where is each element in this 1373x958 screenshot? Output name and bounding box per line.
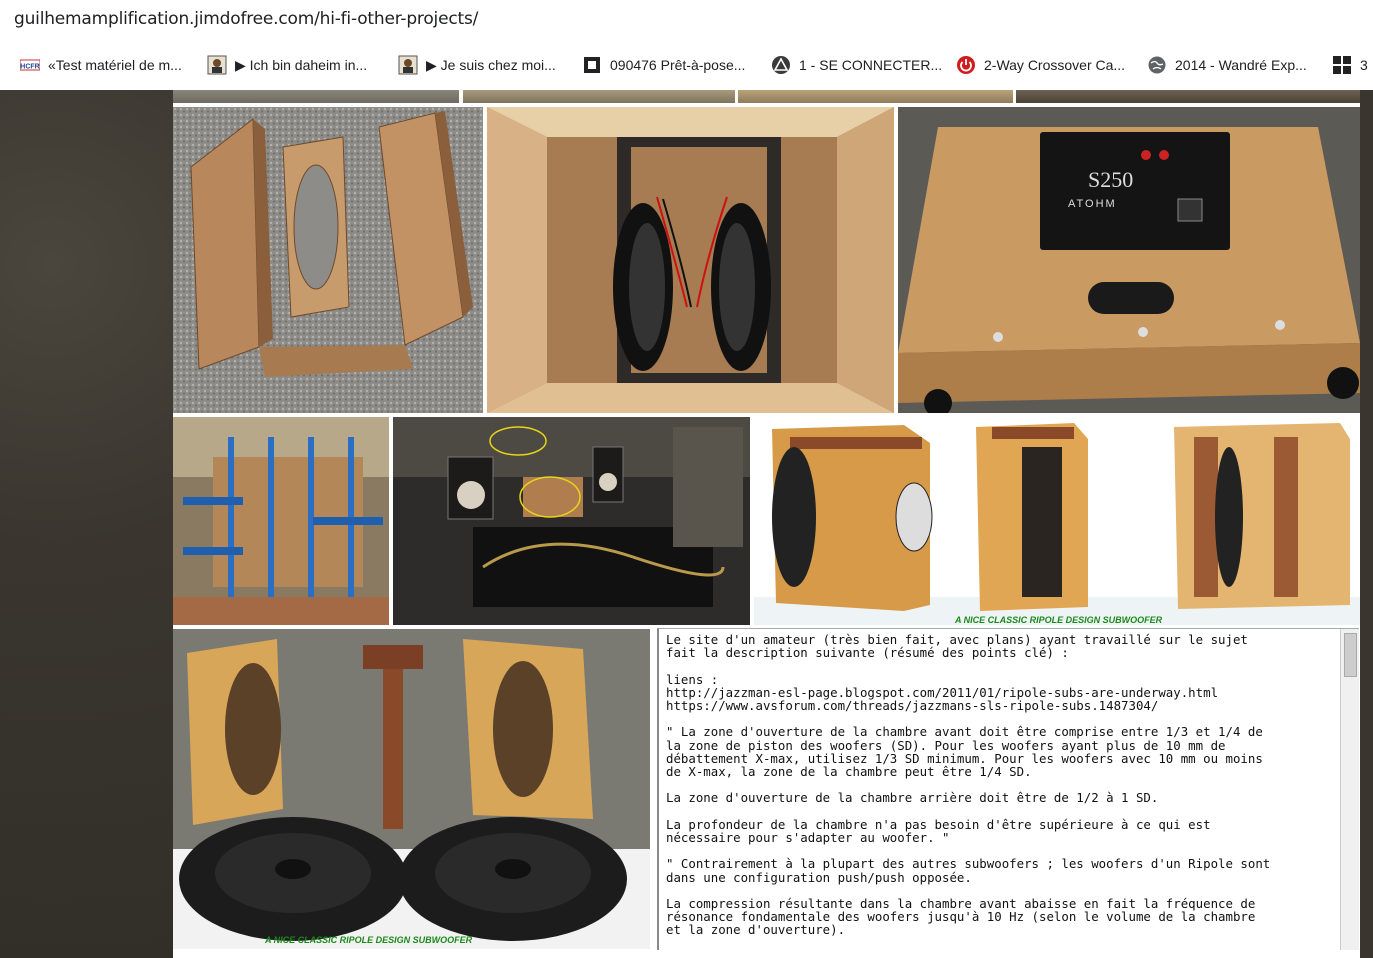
bookmark-label: 2014 - Wandré Exp... (1175, 57, 1307, 73)
photo-clamps[interactable] (173, 417, 389, 625)
browser-chrome: guilhemamplification.jimdofree.com/hi-fi… (0, 0, 1373, 90)
photo-listening-room[interactable] (393, 417, 750, 625)
photo-box-inside[interactable] (487, 107, 894, 413)
bookmarks-bar: HCFR «Test matériel de m... ▶ Ich bin da… (0, 46, 1373, 82)
avatar-icon (207, 55, 227, 75)
photo-woofers[interactable] (173, 629, 650, 949)
power-icon (956, 55, 976, 75)
photo-strip-3[interactable] (738, 90, 1013, 103)
svg-text:HCFR: HCFR (20, 64, 39, 71)
article-text-panel[interactable]: Le site d'un amateur (très bien fait, av… (657, 628, 1359, 950)
amp-brand-text: ATOHM (1068, 198, 1117, 210)
bookmark-label: 2-Way Crossover Ca... (984, 57, 1126, 73)
photo-oak-subs[interactable] (754, 417, 1360, 625)
url-text[interactable]: guilhemamplification.jimdofree.com/hi-fi… (14, 9, 478, 29)
bookmark-2[interactable]: ▶ Je suis chez moi... (398, 54, 556, 76)
bookmark-label: 3 (1360, 57, 1368, 73)
bookmark-5[interactable]: 2-Way Crossover Ca... (956, 54, 1125, 76)
scrollbar-thumb[interactable] (1344, 633, 1357, 677)
photo-strip-1[interactable] (173, 90, 459, 103)
frame-icon (582, 55, 602, 75)
caption-ripole-1: A NICE CLASSIC RIPOLE DESIGN SUBWOOFER (955, 615, 1163, 625)
bookmark-3[interactable]: 090476 Prêt-à-pose... (582, 54, 745, 76)
bookmark-1[interactable]: ▶ Ich bin daheim in... (207, 54, 367, 76)
photo-strip-4[interactable] (1016, 90, 1360, 103)
hcfr-icon: HCFR (19, 55, 41, 75)
avatar-icon (398, 55, 418, 75)
triangle-logo-icon (771, 55, 791, 75)
bookmark-label: ▶ Je suis chez moi... (426, 56, 556, 73)
leather-background-right (1360, 90, 1373, 958)
photo-wood-frame[interactable] (173, 107, 483, 413)
photo-amp-plate[interactable]: S250 ATOHM (898, 107, 1360, 413)
bookmark-4[interactable]: 1 - SE CONNECTER... (771, 54, 942, 76)
globe-icon (1147, 55, 1167, 75)
leather-background (0, 90, 173, 958)
article-text: Le site d'un amateur (très bien fait, av… (666, 632, 1271, 938)
text-scrollbar[interactable] (1340, 629, 1359, 950)
caption-ripole-2: A NICE CLASSIC RIPOLE DESIGN SUBWOOFER (265, 935, 473, 945)
address-bar[interactable]: guilhemamplification.jimdofree.com/hi-fi… (0, 0, 1373, 38)
photo-strip-2[interactable] (463, 90, 735, 103)
amp-model-text: S250 (1088, 167, 1133, 192)
bookmark-7[interactable]: 3 (1332, 54, 1368, 76)
bookmark-label: 090476 Prêt-à-pose... (610, 57, 746, 73)
bookmark-0[interactable]: HCFR «Test matériel de m... (19, 54, 182, 76)
bookmark-6[interactable]: 2014 - Wandré Exp... (1147, 54, 1307, 76)
bookmark-label: ▶ Ich bin daheim in... (235, 56, 368, 73)
grid-icon (1332, 55, 1352, 75)
bookmark-label: «Test matériel de m... (48, 57, 182, 73)
bookmark-label: 1 - SE CONNECTER... (799, 57, 943, 73)
